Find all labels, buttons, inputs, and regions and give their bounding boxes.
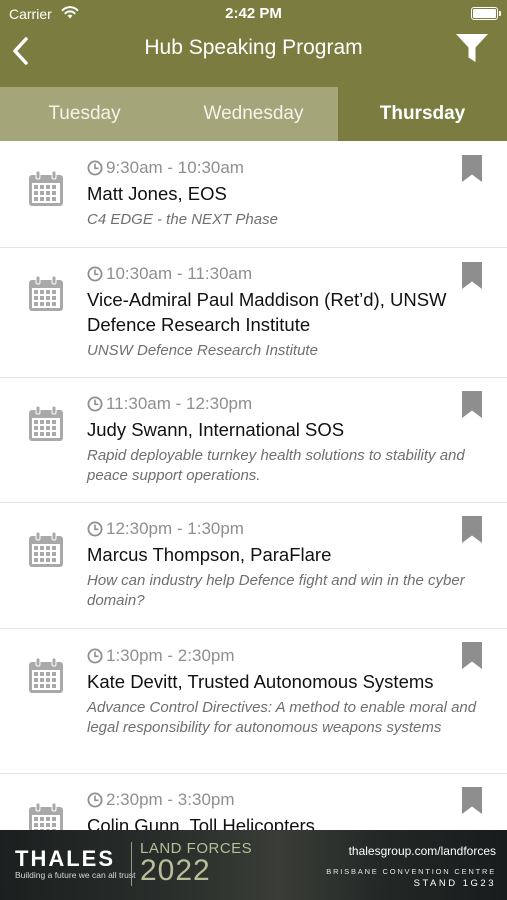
clock-icon bbox=[87, 160, 103, 176]
clock-icon bbox=[87, 648, 103, 664]
clock-icon bbox=[87, 266, 103, 282]
session-speaker: Judy Swann, International SOS bbox=[87, 419, 345, 440]
page-title: Hub Speaking Program bbox=[144, 36, 363, 59]
calendar-icon bbox=[28, 531, 64, 568]
session-speaker: Matt Jones, EOS bbox=[87, 183, 227, 204]
bookmark-icon[interactable] bbox=[461, 642, 483, 669]
session-time: 10:30am - 11:30am bbox=[87, 264, 489, 284]
session-topic: UNSW Defence Research Institute bbox=[87, 342, 318, 359]
brand-logo: THALES bbox=[15, 846, 115, 871]
bookmark-icon[interactable] bbox=[461, 262, 483, 289]
calendar-icon bbox=[28, 802, 64, 830]
session-topic: Rapid deployable turnkey health solution… bbox=[87, 447, 465, 484]
session-row[interactable]: 11:30am - 12:30pm Judy Swann, Internatio… bbox=[0, 378, 507, 503]
day-tabs: Tuesday Wednesday Thursday bbox=[0, 87, 507, 141]
session-topic: C4 EDGE - the NEXT Phase bbox=[87, 211, 278, 228]
brand-tagline: Building a future we can all trust bbox=[15, 870, 136, 880]
status-bar: Carrier 2:42 PM bbox=[0, 0, 507, 28]
clock-icon bbox=[87, 792, 103, 808]
session-row[interactable]: 10:30am - 11:30am Vice-Admiral Paul Madd… bbox=[0, 248, 507, 378]
banner-venue: BRISBANE CONVENTION CENTRE bbox=[326, 867, 496, 876]
session-speaker: Colin Gunn, Toll Helicopters bbox=[87, 815, 315, 830]
session-list: 9:30am - 10:30am Matt Jones, EOS C4 EDGE… bbox=[0, 141, 507, 830]
session-topic: Advance Control Directives: A method to … bbox=[87, 699, 477, 736]
session-time: 12:30pm - 1:30pm bbox=[87, 519, 489, 539]
session-row[interactable]: 1:30pm - 2:30pm Kate Devitt, Trusted Aut… bbox=[0, 629, 507, 774]
session-time: 9:30am - 10:30am bbox=[87, 158, 489, 178]
session-speaker: Marcus Thompson, ParaFlare bbox=[87, 544, 332, 565]
session-row[interactable]: 2:30pm - 3:30pm Colin Gunn, Toll Helicop… bbox=[0, 774, 507, 830]
filter-icon[interactable] bbox=[455, 32, 489, 64]
clock-icon bbox=[87, 521, 103, 537]
calendar-icon bbox=[28, 657, 64, 694]
calendar-icon bbox=[28, 405, 64, 442]
tab-tuesday[interactable]: Tuesday bbox=[0, 87, 169, 141]
bookmark-icon[interactable] bbox=[461, 516, 483, 543]
clock-icon bbox=[87, 396, 103, 412]
bookmark-icon[interactable] bbox=[461, 391, 483, 418]
tab-wednesday[interactable]: Wednesday bbox=[169, 87, 338, 141]
battery-icon bbox=[471, 7, 501, 20]
banner-divider bbox=[131, 842, 132, 886]
bookmark-icon[interactable] bbox=[461, 155, 483, 182]
tab-thursday[interactable]: Thursday bbox=[338, 87, 507, 141]
sponsor-banner[interactable]: THALES Building a future we can all trus… bbox=[0, 830, 507, 900]
calendar-icon bbox=[28, 170, 64, 207]
session-row[interactable]: 9:30am - 10:30am Matt Jones, EOS C4 EDGE… bbox=[0, 141, 507, 248]
session-time: 11:30am - 12:30pm bbox=[87, 394, 489, 414]
banner-stand: STAND 1G23 bbox=[413, 878, 496, 889]
session-speaker: Kate Devitt, Trusted Autonomous Systems bbox=[87, 671, 434, 692]
session-topic: How can industry help Defence fight and … bbox=[87, 572, 465, 609]
banner-url: thalesgroup.com/landforces bbox=[348, 844, 496, 858]
top-bar: Carrier 2:42 PM Hub Speaking Program bbox=[0, 0, 507, 87]
calendar-icon bbox=[28, 275, 64, 312]
session-time: 2:30pm - 3:30pm bbox=[87, 790, 489, 810]
clock-time: 2:42 PM bbox=[225, 5, 282, 22]
bookmark-icon[interactable] bbox=[461, 787, 483, 814]
event-year: 2022 bbox=[140, 854, 211, 887]
session-time: 1:30pm - 2:30pm bbox=[87, 646, 489, 666]
navigation-bar: Hub Speaking Program bbox=[0, 28, 507, 87]
session-row[interactable]: 12:30pm - 1:30pm Marcus Thompson, ParaFl… bbox=[0, 503, 507, 629]
session-speaker: Vice-Admiral Paul Maddison (Ret’d), UNSW… bbox=[87, 289, 447, 335]
